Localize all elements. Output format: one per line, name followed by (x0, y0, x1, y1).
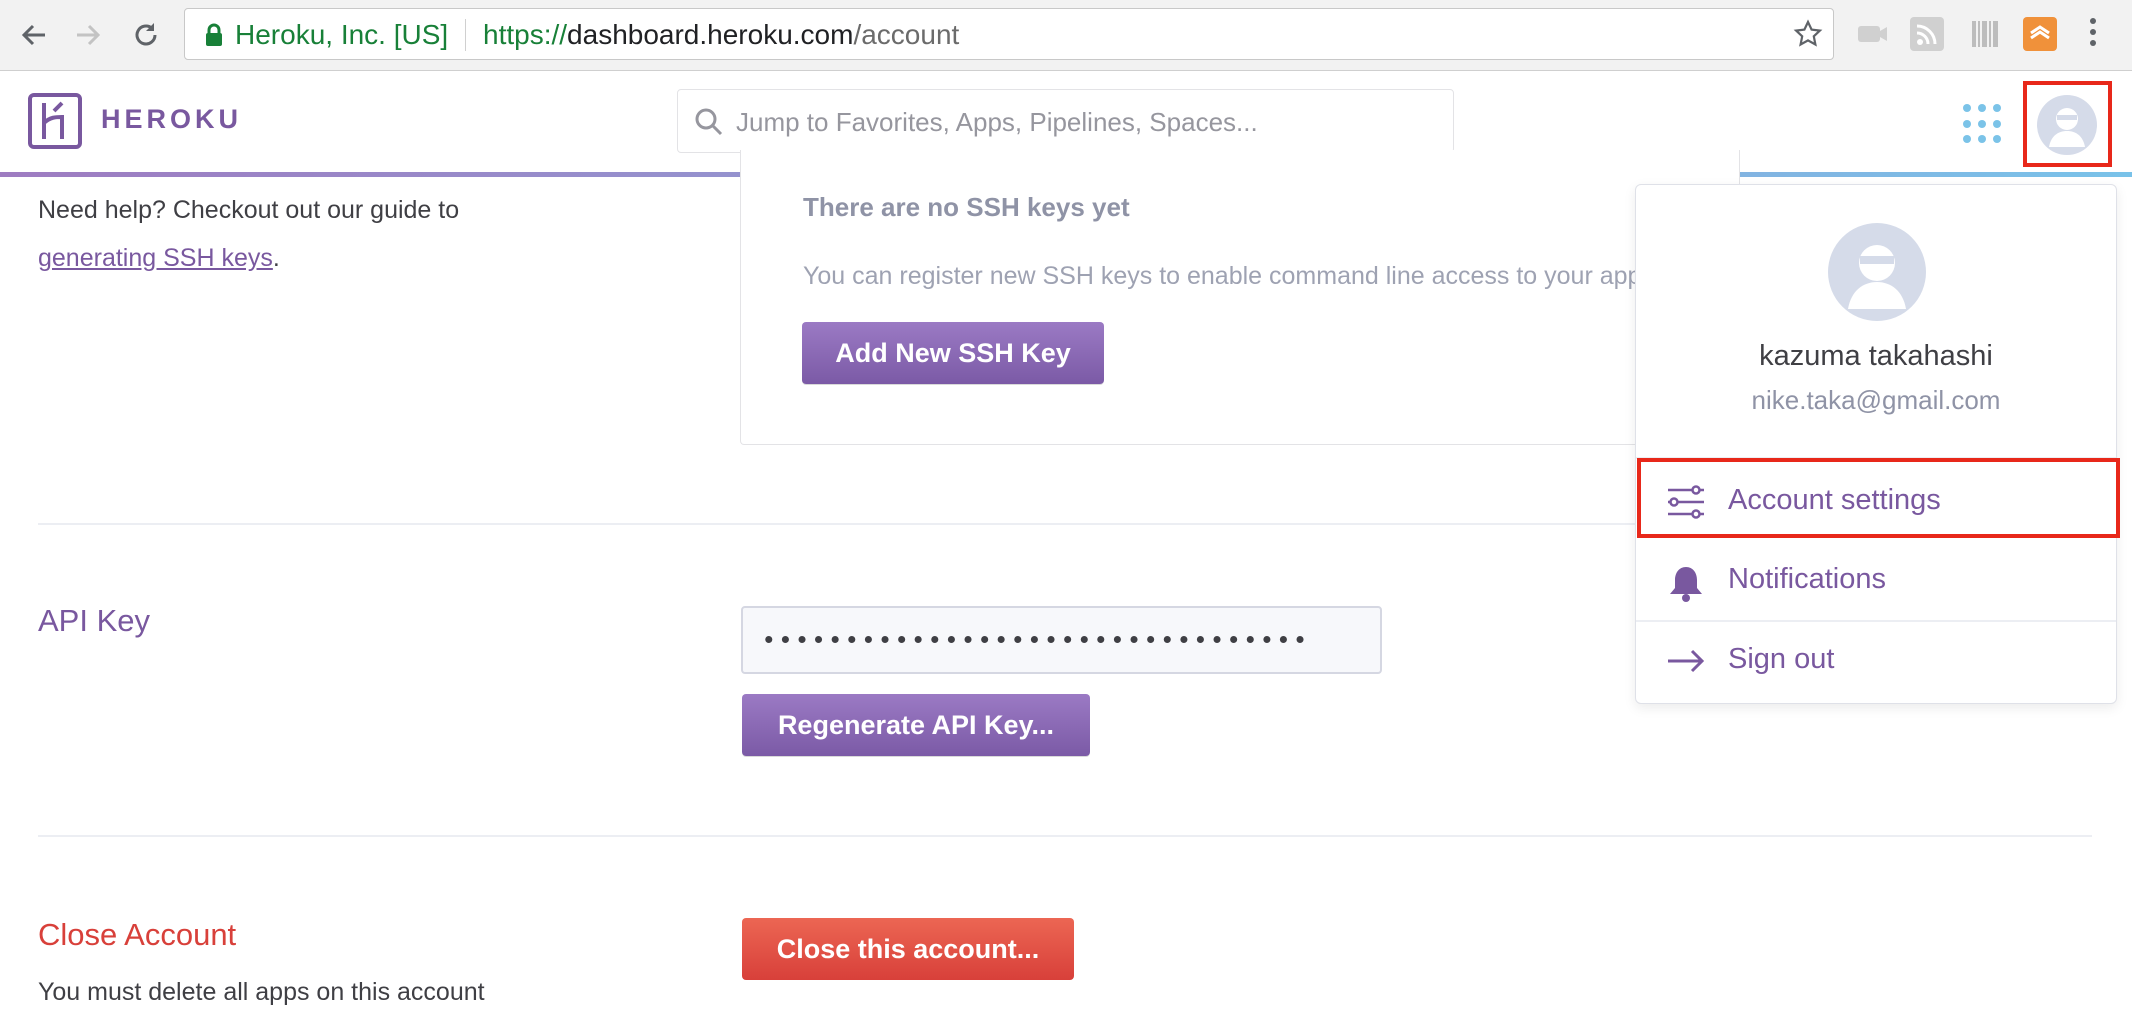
apps-grid-icon[interactable] (1963, 104, 2003, 144)
user-menu-avatar (1828, 223, 1926, 321)
user-menu-divider (1636, 457, 2116, 459)
close-account-button[interactable]: Close this account... (742, 918, 1074, 980)
close-account-description: You must delete all apps on this account (38, 978, 485, 1006)
menu-kebab-icon[interactable] (2090, 18, 2098, 51)
extension-camera-icon[interactable] (1855, 17, 1889, 51)
brand-wordmark[interactable]: HEROKU (101, 104, 242, 135)
extension-rss-icon[interactable] (1910, 17, 1944, 51)
settings-sliders-icon (1666, 485, 1706, 524)
menu-item-sign-out[interactable]: Sign out (1636, 622, 2116, 700)
bookmark-star-icon[interactable] (1793, 19, 1823, 54)
menu-item-account-settings[interactable]: Account settings (1636, 463, 2116, 541)
menu-item-notifications[interactable]: Notifications (1636, 542, 2116, 620)
url-text: https://dashboard.heroku.com/account (483, 19, 960, 50)
reload-icon[interactable] (124, 13, 168, 57)
bell-icon (1666, 564, 1706, 607)
user-menu-name: kazuma takahashi (1759, 340, 1993, 372)
extension-orange-icon[interactable] (2023, 17, 2057, 51)
heroku-logo-icon[interactable] (28, 93, 82, 149)
user-avatar-button[interactable] (2037, 95, 2097, 155)
menu-item-label: Sign out (1728, 643, 1835, 675)
ssh-empty-description: You can register new SSH keys to enable … (803, 262, 1654, 290)
add-ssh-key-button[interactable]: Add New SSH Key (802, 322, 1104, 384)
arrow-right-icon (1666, 644, 1706, 683)
api-key-field[interactable]: ••••••••••••••••••••••••••••••••• (741, 606, 1382, 674)
user-menu-email: nike.taka@gmail.com (1751, 385, 2001, 415)
close-account-title: Close Account (38, 917, 237, 952)
menu-item-label: Notifications (1728, 563, 1886, 595)
forward-icon[interactable] (66, 13, 110, 57)
ssh-guide-link[interactable]: generating SSH keys (38, 244, 273, 272)
search-input[interactable] (734, 102, 1438, 142)
menu-item-label: Account settings (1728, 484, 1941, 516)
ssh-help-text: Need help? Checkout out our guide to gen… (38, 196, 460, 272)
global-search[interactable] (677, 89, 1454, 153)
ssh-empty-title: There are no SSH keys yet (803, 192, 1130, 222)
address-bar[interactable]: Heroku, Inc. [US] https://dashboard.hero… (184, 8, 1834, 60)
api-key-title: API Key (38, 603, 150, 638)
browser-toolbar: Heroku, Inc. [US] https://dashboard.hero… (0, 0, 2132, 71)
address-separator (465, 19, 466, 51)
secure-site-label: Heroku, Inc. [US] (235, 19, 449, 50)
regenerate-api-key-button[interactable]: Regenerate API Key... (742, 694, 1090, 756)
search-icon (695, 108, 723, 136)
section-divider (38, 835, 2092, 837)
back-icon[interactable] (12, 13, 56, 57)
extension-barcode-icon[interactable] (1968, 17, 2002, 51)
lock-icon (205, 23, 223, 52)
